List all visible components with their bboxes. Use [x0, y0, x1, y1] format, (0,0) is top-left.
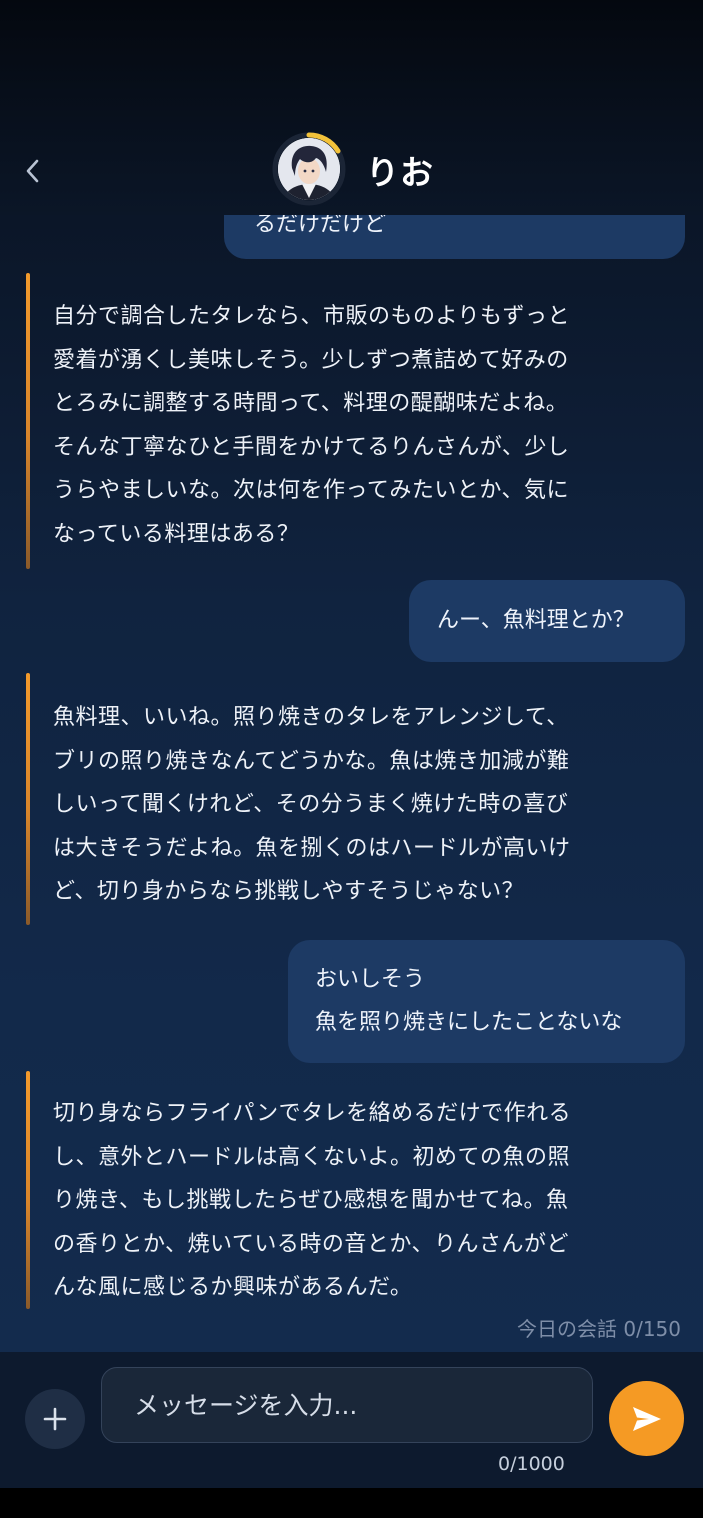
ai-message-line: ブリの照り焼きなんてどうかな。魚は焼き加減が難: [53, 748, 570, 774]
send-icon: [632, 1406, 661, 1431]
character-portrait-icon: [278, 138, 340, 200]
avatar: [278, 138, 340, 200]
ai-message-line: うらやましいな。次は何を作ってみたいとか、気に: [53, 478, 569, 504]
character-name: りお: [366, 153, 434, 192]
daily-conversation-counter: 今日の会話 0/150: [517, 1317, 681, 1341]
ai-message: 切り身ならフライパンでタレを絡めるだけで作れる し、意外とハードルは高くないよ。…: [26, 1071, 646, 1309]
ai-message-line: し、意外とハードルは高くないよ。初めての魚の照: [53, 1144, 571, 1170]
message-composer: 0/1000: [0, 1352, 703, 1488]
ai-message-line: なっている料理はある？: [53, 521, 300, 547]
ai-message-line: 切り身ならフライパンでタレを絡めるだけで作れる: [53, 1101, 572, 1126]
ai-message-line: そんな丁寧なひと手間をかけてるりんさんが、少し: [53, 434, 570, 460]
ai-message: 自分で調合したタレなら、市販のものよりもずっと 愛着が湧くし美味しそう。少しずつ…: [26, 273, 646, 569]
ai-message-line: は大きそうだよね。魚を捌くのはハードルが高いけ: [53, 835, 571, 861]
ai-message-line: とろみに調整する時間って、料理の醍醐味だよね。: [53, 391, 569, 417]
ai-message-line: 自分で調合したタレなら、市販のものよりもずっと: [53, 304, 571, 329]
ai-message-line: 魚料理、いいね。照り焼きのタレをアレンジして、: [53, 705, 569, 730]
user-message-text: るだけだけど: [254, 212, 387, 237]
ai-message-text: 切り身ならフライパンでタレを絡めるだけで作れる し、意外とハードルは高くないよ。…: [53, 1092, 643, 1310]
back-button[interactable]: [20, 153, 46, 189]
chevron-left-icon: [26, 159, 39, 183]
ai-message-text: 魚料理、いいね。照り焼きのタレをアレンジして、 ブリの照り焼きなんてどうかな。魚…: [53, 696, 643, 914]
ai-message-line: んな風に感じるか興味があるんだ。: [53, 1275, 413, 1301]
chat-screen: るだけだけど 自分で調合したタレなら、市販のものよりもずっと 愛着が湧くし美味し…: [0, 0, 703, 1518]
user-message-text: んー、魚料理とか？: [437, 608, 635, 633]
ai-message-line: しいって聞くけれど、その分うまく焼けた時の喜び: [53, 792, 569, 818]
send-button[interactable]: [609, 1381, 684, 1456]
user-message: おいしそう 魚を照り焼きにしたことないな: [288, 940, 685, 1063]
ai-message: 魚料理、いいね。照り焼きのタレをアレンジして、 ブリの照り焼きなんてどうかな。魚…: [26, 673, 646, 925]
ai-message-text: 自分で調合したタレなら、市販のものよりもずっと 愛着が湧くし美味しそう。少しずつ…: [53, 295, 643, 557]
character-count: 0/1000: [498, 1453, 565, 1475]
ai-message-accent-bar: [26, 673, 30, 925]
ai-message-accent-bar: [26, 1071, 30, 1309]
ai-message-line: 愛着が湧くし美味しそう。少しずつ煮詰めて好みの: [53, 347, 569, 373]
user-message-line: おいしそう: [315, 967, 426, 992]
ai-message-line: ど、切り身からなら挑戦しやすそうじゃない？: [53, 879, 525, 905]
plus-icon: [43, 1407, 67, 1431]
message-input[interactable]: [101, 1367, 593, 1443]
chat-header: りお: [0, 0, 703, 215]
system-navigation-bar: [0, 1488, 703, 1518]
attach-button[interactable]: [25, 1389, 85, 1449]
ai-message-line: り焼き、もし挑戦したらぜひ感想を聞かせてね。魚: [53, 1188, 569, 1214]
ai-message-accent-bar: [26, 273, 30, 569]
character-avatar-button[interactable]: [272, 132, 346, 206]
ai-message-line: の香りとか、焼いている時の音とか、りんさんがど: [53, 1231, 569, 1257]
user-message-line: 魚を照り焼きにしたことないな: [315, 1010, 623, 1035]
user-message: んー、魚料理とか？: [409, 580, 685, 662]
